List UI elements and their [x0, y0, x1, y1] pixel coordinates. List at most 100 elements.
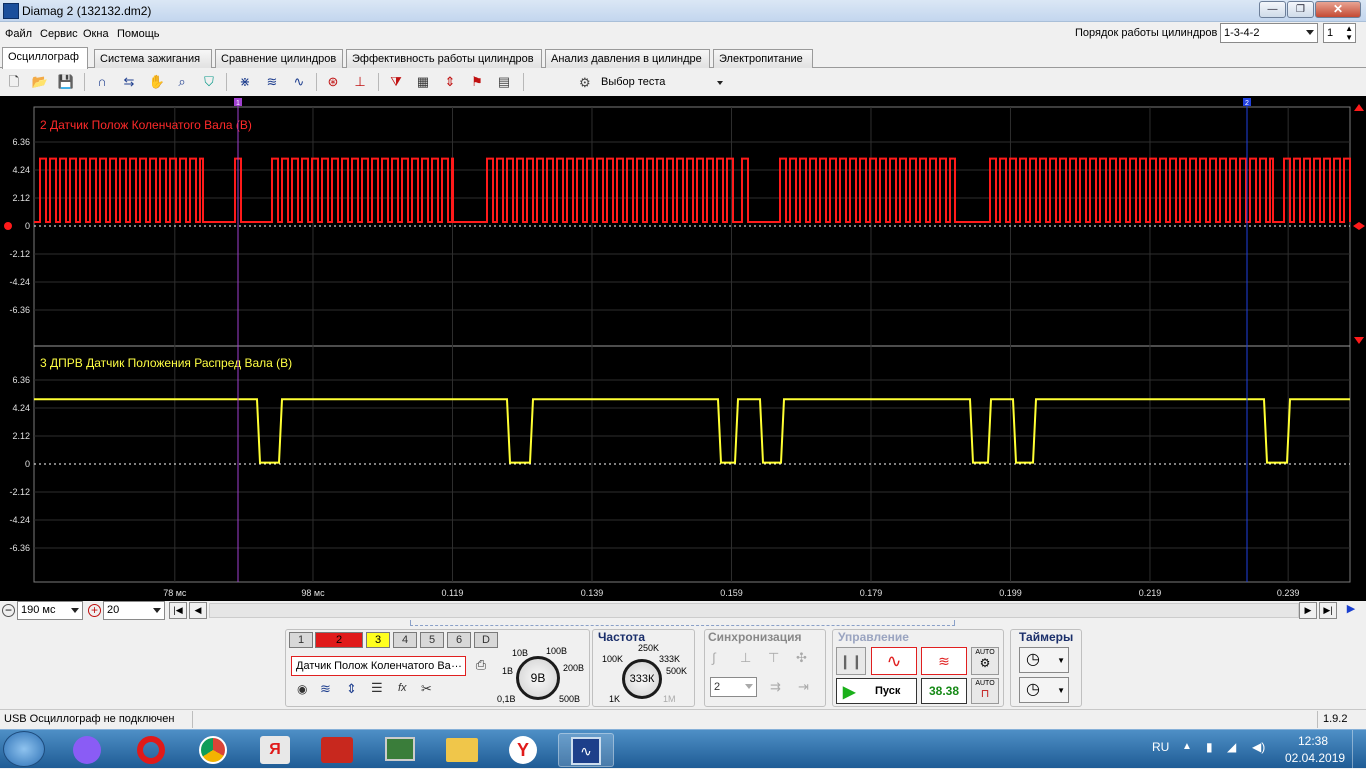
close-button[interactable]: ✕ [1315, 1, 1361, 18]
visibility-icon[interactable]: ◉ [297, 682, 307, 696]
zero-offset-icon[interactable]: ⊥ [350, 72, 370, 92]
menu-file[interactable]: Файл [5, 28, 32, 40]
save-icon[interactable]: 💾 [56, 72, 76, 92]
taskbar-yandex[interactable]: Я [248, 733, 304, 767]
step-back-button[interactable]: ◀ [189, 602, 207, 619]
cylinder-count-spinner[interactable]: 1 ▲ ▼ [1323, 23, 1356, 43]
noise-wave-button[interactable]: ≋ [921, 647, 967, 675]
channel-1-button[interactable]: 1 [289, 632, 313, 648]
taskbar-explorer[interactable] [434, 733, 490, 767]
auto-run-button[interactable]: AUTO ⊓ [971, 678, 999, 704]
start-menu-icon[interactable] [3, 731, 45, 767]
auto-settings-button[interactable]: AUTO ⚙ [971, 647, 999, 675]
hand-tool-icon[interactable]: ✋ [147, 72, 167, 92]
center-signal-icon[interactable]: ⋇ [235, 72, 255, 92]
network-icon[interactable]: ◢ [1227, 740, 1236, 754]
frequency-knob[interactable]: 333К [622, 659, 662, 699]
sync-rise-icon[interactable]: ∫ [712, 650, 716, 665]
line-style-icon[interactable]: ☰ [371, 680, 383, 696]
tab-pressure-analysis[interactable]: Анализ давления в цилиндре [545, 49, 710, 68]
minimize-button[interactable]: — [1259, 1, 1286, 18]
time-scrollbar[interactable] [209, 603, 1299, 618]
language-indicator[interactable]: RU [1152, 740, 1169, 754]
oscilloscope-display[interactable]: 6.36 4.24 2.12 0 -2.12 -4.24 -6.36 6.36 4.24 2.12… [0, 96, 1366, 602]
play-right-icon[interactable]: ▶ [1341, 602, 1361, 619]
y-tick-label: 2.12 [12, 431, 30, 441]
scale-select[interactable]: 20 [103, 601, 165, 620]
channel-2-button[interactable]: 2 [315, 632, 363, 648]
wave-overlay-icon[interactable]: ≋ [262, 72, 282, 92]
zoom-out-icon[interactable]: − [2, 604, 15, 617]
panel-splitter[interactable] [410, 620, 955, 626]
volume-icon[interactable]: ◀) [1252, 740, 1265, 754]
channel-settings-icon[interactable]: ⎙ [471, 657, 491, 677]
frequency-mark: 1M [663, 694, 676, 704]
new-file-icon[interactable]: 🗋 [4, 72, 24, 92]
menu-service[interactable]: Сервис [40, 28, 78, 40]
channel-name-field[interactable]: Датчик Полож Коленчатого Ва… [291, 656, 466, 676]
skip-start-button[interactable]: |◀ [169, 602, 187, 619]
channel-4-button[interactable]: 4 [393, 632, 417, 648]
zoom-icon[interactable]: ⌕ [172, 72, 192, 92]
step-forward-button[interactable]: ▶ [1299, 602, 1317, 619]
invert-wave-icon[interactable]: ≋ [320, 681, 331, 697]
timebase-select[interactable]: 190 мс [17, 601, 83, 620]
flag-icon[interactable]: ⚑ [467, 72, 487, 92]
sync-merge-icon[interactable]: ⇥ [798, 679, 809, 695]
sine-wave-button[interactable]: ∿ [871, 647, 917, 675]
channel-d-button[interactable]: D [474, 632, 498, 648]
taskbar-voice-assistant[interactable] [60, 733, 116, 767]
tab-power[interactable]: Электропитание [713, 49, 813, 68]
test-select[interactable]: ⚙ Выбор теста [575, 72, 731, 94]
skip-end-button[interactable]: ▶| [1319, 602, 1337, 619]
timer-2-button[interactable]: ◷ ▼ [1019, 677, 1069, 703]
tab-ignition[interactable]: Система зажигания [94, 49, 212, 68]
taskbar-yandex-browser[interactable]: Y [496, 733, 552, 767]
oscilloscope-chart[interactable]: 6.36 4.24 2.12 0 -2.12 -4.24 -6.36 6.36 4.24 2.12… [0, 96, 1366, 602]
channel-3-button[interactable]: 3 [366, 632, 390, 648]
tab-cylinder-compare[interactable]: Сравнение цилиндров [215, 49, 343, 68]
sync-fall-icon[interactable]: ⊤ [768, 650, 779, 666]
start-button[interactable]: ▶ Пуск [836, 678, 917, 704]
function-icon[interactable]: fx [398, 682, 407, 694]
taskbar-monitor[interactable] [372, 733, 428, 767]
measure-icon[interactable]: ⇆ [119, 72, 139, 92]
maximize-button[interactable]: ❐ [1287, 1, 1314, 18]
channel-filter-icon[interactable]: ⧩ [386, 72, 406, 92]
auto-scale-icon[interactable]: ⊛ [323, 72, 343, 92]
notes-icon[interactable]: ▤ [494, 72, 514, 92]
taskbar-opera[interactable] [124, 733, 180, 767]
open-folder-icon[interactable]: 📂 [30, 72, 50, 92]
taskbar-toolbox[interactable] [310, 733, 366, 767]
clock-time[interactable]: 12:38 [1298, 734, 1328, 748]
divider-icon[interactable]: ⇕ [440, 72, 460, 92]
sync-auto-icon[interactable]: ✣ [796, 650, 807, 666]
tools-icon[interactable]: ✂ [421, 681, 432, 697]
tray-expand-icon[interactable]: ▲ [1182, 741, 1192, 752]
cylinder-order-select[interactable]: 1-3-4-2 [1220, 23, 1318, 43]
channel-6-button[interactable]: 6 [447, 632, 471, 648]
battery-icon[interactable]: ▮ [1206, 740, 1213, 754]
show-desktop-button[interactable] [1352, 730, 1366, 769]
tab-oscilloscope[interactable]: Осциллограф [2, 47, 88, 69]
timer-1-button[interactable]: ◷ ▼ [1019, 647, 1069, 673]
sync-level-icon[interactable]: ⇉ [770, 679, 781, 695]
sync-front-icon[interactable]: ⊥ [740, 650, 751, 666]
clock-date[interactable]: 02.04.2019 [1285, 751, 1345, 765]
taskbar-chrome[interactable] [186, 733, 242, 767]
wave-sync-icon[interactable]: ∿ [289, 72, 309, 92]
channel-5-button[interactable]: 5 [420, 632, 444, 648]
tab-cylinder-efficiency[interactable]: Эффективность работы цилиндров [346, 49, 542, 68]
grid-icon[interactable]: ▦ [413, 72, 433, 92]
voltage-mark: 1В [502, 666, 514, 676]
zoom-in-icon[interactable]: + [88, 604, 101, 617]
sync-channel-select[interactable]: 2 [710, 677, 757, 697]
taskbar-diamag[interactable]: ∿ [558, 733, 614, 767]
menu-help[interactable]: Помощь [117, 28, 160, 40]
voltage-knob[interactable]: 9В [516, 656, 560, 700]
filter-icon[interactable]: ⛉ [199, 72, 219, 92]
menu-windows[interactable]: Окна [83, 28, 109, 40]
scale-arrows-icon[interactable]: ⇕ [346, 681, 357, 697]
signal-shape-icon[interactable]: ∩ [92, 72, 112, 92]
pause-button[interactable]: ❙❙ [836, 647, 866, 675]
